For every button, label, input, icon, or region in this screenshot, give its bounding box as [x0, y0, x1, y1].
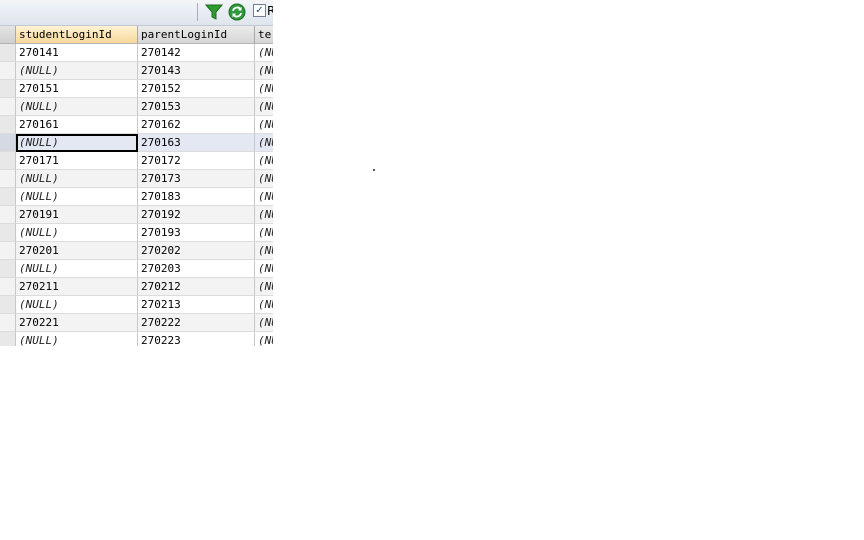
cell-third-column[interactable]: (NU [255, 80, 273, 98]
cell-studentLoginId[interactable]: (NULL) [16, 260, 138, 278]
cell-parentLoginId[interactable]: 270223 [138, 332, 255, 346]
cell-third-column[interactable]: (NU [255, 314, 273, 332]
row-selector[interactable] [0, 296, 16, 314]
table-row[interactable]: (NULL)270223(NU [0, 332, 273, 346]
cell-parentLoginId[interactable]: 270143 [138, 62, 255, 80]
cell-parentLoginId[interactable]: 270163 [138, 134, 255, 152]
cell-third-column[interactable]: (NU [255, 224, 273, 242]
cell-parentLoginId[interactable]: 270172 [138, 152, 255, 170]
row-selector[interactable] [0, 188, 16, 206]
cell-third-column[interactable]: (NU [255, 278, 273, 296]
cell-studentLoginId[interactable]: 270191 [16, 206, 138, 224]
row-selector[interactable] [0, 44, 16, 62]
cell-parentLoginId[interactable]: 270162 [138, 116, 255, 134]
row-selector[interactable] [0, 242, 16, 260]
result-grid-panel: ✓ R studentLoginId parentLoginId te 2701… [0, 0, 273, 346]
cell-third-column[interactable]: (NU [255, 62, 273, 80]
table-row[interactable]: (NULL)270203(NU [0, 260, 273, 278]
cell-third-column[interactable]: (NU [255, 296, 273, 314]
cell-third-column[interactable]: (NU [255, 152, 273, 170]
grid-header-row: studentLoginId parentLoginId te [0, 26, 273, 44]
cell-parentLoginId[interactable]: 270183 [138, 188, 255, 206]
cell-parentLoginId[interactable]: 270203 [138, 260, 255, 278]
table-row[interactable]: (NULL)270183(NU [0, 188, 273, 206]
cell-third-column[interactable]: (NU [255, 332, 273, 346]
table-row[interactable]: 270201270202(NU [0, 242, 273, 260]
column-header-third[interactable]: te [255, 26, 273, 44]
cell-parentLoginId[interactable]: 270212 [138, 278, 255, 296]
table-row[interactable]: (NULL)270193(NU [0, 224, 273, 242]
row-selector[interactable] [0, 314, 16, 332]
cell-studentLoginId[interactable]: (NULL) [16, 134, 138, 152]
cell-studentLoginId[interactable]: 270151 [16, 80, 138, 98]
row-selector[interactable] [0, 278, 16, 296]
row-selector[interactable] [0, 80, 16, 98]
row-selector[interactable] [0, 206, 16, 224]
table-row[interactable]: (NULL)270163(NU [0, 134, 273, 152]
cell-studentLoginId[interactable]: (NULL) [16, 224, 138, 242]
table-row[interactable]: 270151270152(NU [0, 80, 273, 98]
toolbar-checkbox[interactable]: ✓ [253, 4, 266, 17]
cell-studentLoginId[interactable]: 270221 [16, 314, 138, 332]
cell-parentLoginId[interactable]: 270213 [138, 296, 255, 314]
table-row[interactable]: 270191270192(NU [0, 206, 273, 224]
table-row[interactable]: (NULL)270213(NU [0, 296, 273, 314]
filter-icon[interactable] [205, 3, 223, 21]
cell-studentLoginId[interactable]: 270161 [16, 116, 138, 134]
table-row[interactable]: 270221270222(NU [0, 314, 273, 332]
table-row[interactable]: (NULL)270173(NU [0, 170, 273, 188]
row-selector[interactable] [0, 224, 16, 242]
cell-third-column[interactable]: (NU [255, 98, 273, 116]
row-selector-header[interactable] [0, 26, 16, 44]
cell-studentLoginId[interactable]: (NULL) [16, 188, 138, 206]
cell-third-column[interactable]: (NU [255, 116, 273, 134]
refresh-icon[interactable] [228, 3, 246, 21]
toolbar-clipped-label: R [267, 4, 273, 18]
result-toolbar: ✓ R [0, 0, 273, 26]
stray-dot [373, 169, 375, 171]
table-row[interactable]: (NULL)270153(NU [0, 98, 273, 116]
cell-studentLoginId[interactable]: (NULL) [16, 170, 138, 188]
cell-third-column[interactable]: (NU [255, 134, 273, 152]
row-selector[interactable] [0, 62, 16, 80]
cell-studentLoginId[interactable]: 270201 [16, 242, 138, 260]
cell-parentLoginId[interactable]: 270192 [138, 206, 255, 224]
cell-parentLoginId[interactable]: 270153 [138, 98, 255, 116]
toolbar-separator [197, 3, 198, 21]
table-row[interactable]: (NULL)270143(NU [0, 62, 273, 80]
column-header-studentLoginId[interactable]: studentLoginId [16, 26, 138, 44]
cell-parentLoginId[interactable]: 270193 [138, 224, 255, 242]
cell-parentLoginId[interactable]: 270222 [138, 314, 255, 332]
cell-third-column[interactable]: (NU [255, 44, 273, 62]
table-row[interactable]: 270171270172(NU [0, 152, 273, 170]
row-selector[interactable] [0, 98, 16, 116]
cell-third-column[interactable]: (NU [255, 170, 273, 188]
cell-third-column[interactable]: (NU [255, 188, 273, 206]
cell-studentLoginId[interactable]: (NULL) [16, 296, 138, 314]
cell-studentLoginId[interactable]: (NULL) [16, 62, 138, 80]
cell-parentLoginId[interactable]: 270142 [138, 44, 255, 62]
cell-parentLoginId[interactable]: 270202 [138, 242, 255, 260]
row-selector[interactable] [0, 170, 16, 188]
cell-studentLoginId[interactable]: 270211 [16, 278, 138, 296]
row-selector[interactable] [0, 134, 16, 152]
cell-parentLoginId[interactable]: 270173 [138, 170, 255, 188]
cell-studentLoginId[interactable]: 270171 [16, 152, 138, 170]
column-header-parentLoginId[interactable]: parentLoginId [138, 26, 255, 44]
row-selector[interactable] [0, 152, 16, 170]
row-selector[interactable] [0, 332, 16, 346]
cell-studentLoginId[interactable]: 270141 [16, 44, 138, 62]
cell-third-column[interactable]: (NU [255, 206, 273, 224]
cell-parentLoginId[interactable]: 270152 [138, 80, 255, 98]
cell-studentLoginId[interactable]: (NULL) [16, 98, 138, 116]
table-row[interactable]: 270141270142(NU [0, 44, 273, 62]
row-selector[interactable] [0, 116, 16, 134]
cell-third-column[interactable]: (NU [255, 242, 273, 260]
table-row[interactable]: 270211270212(NU [0, 278, 273, 296]
table-row[interactable]: 270161270162(NU [0, 116, 273, 134]
cell-third-column[interactable]: (NU [255, 260, 273, 278]
results-grid: studentLoginId parentLoginId te 270141 27… [0, 26, 273, 346]
row-selector[interactable] [0, 260, 16, 278]
cell-studentLoginId[interactable]: (NULL) [16, 332, 138, 346]
